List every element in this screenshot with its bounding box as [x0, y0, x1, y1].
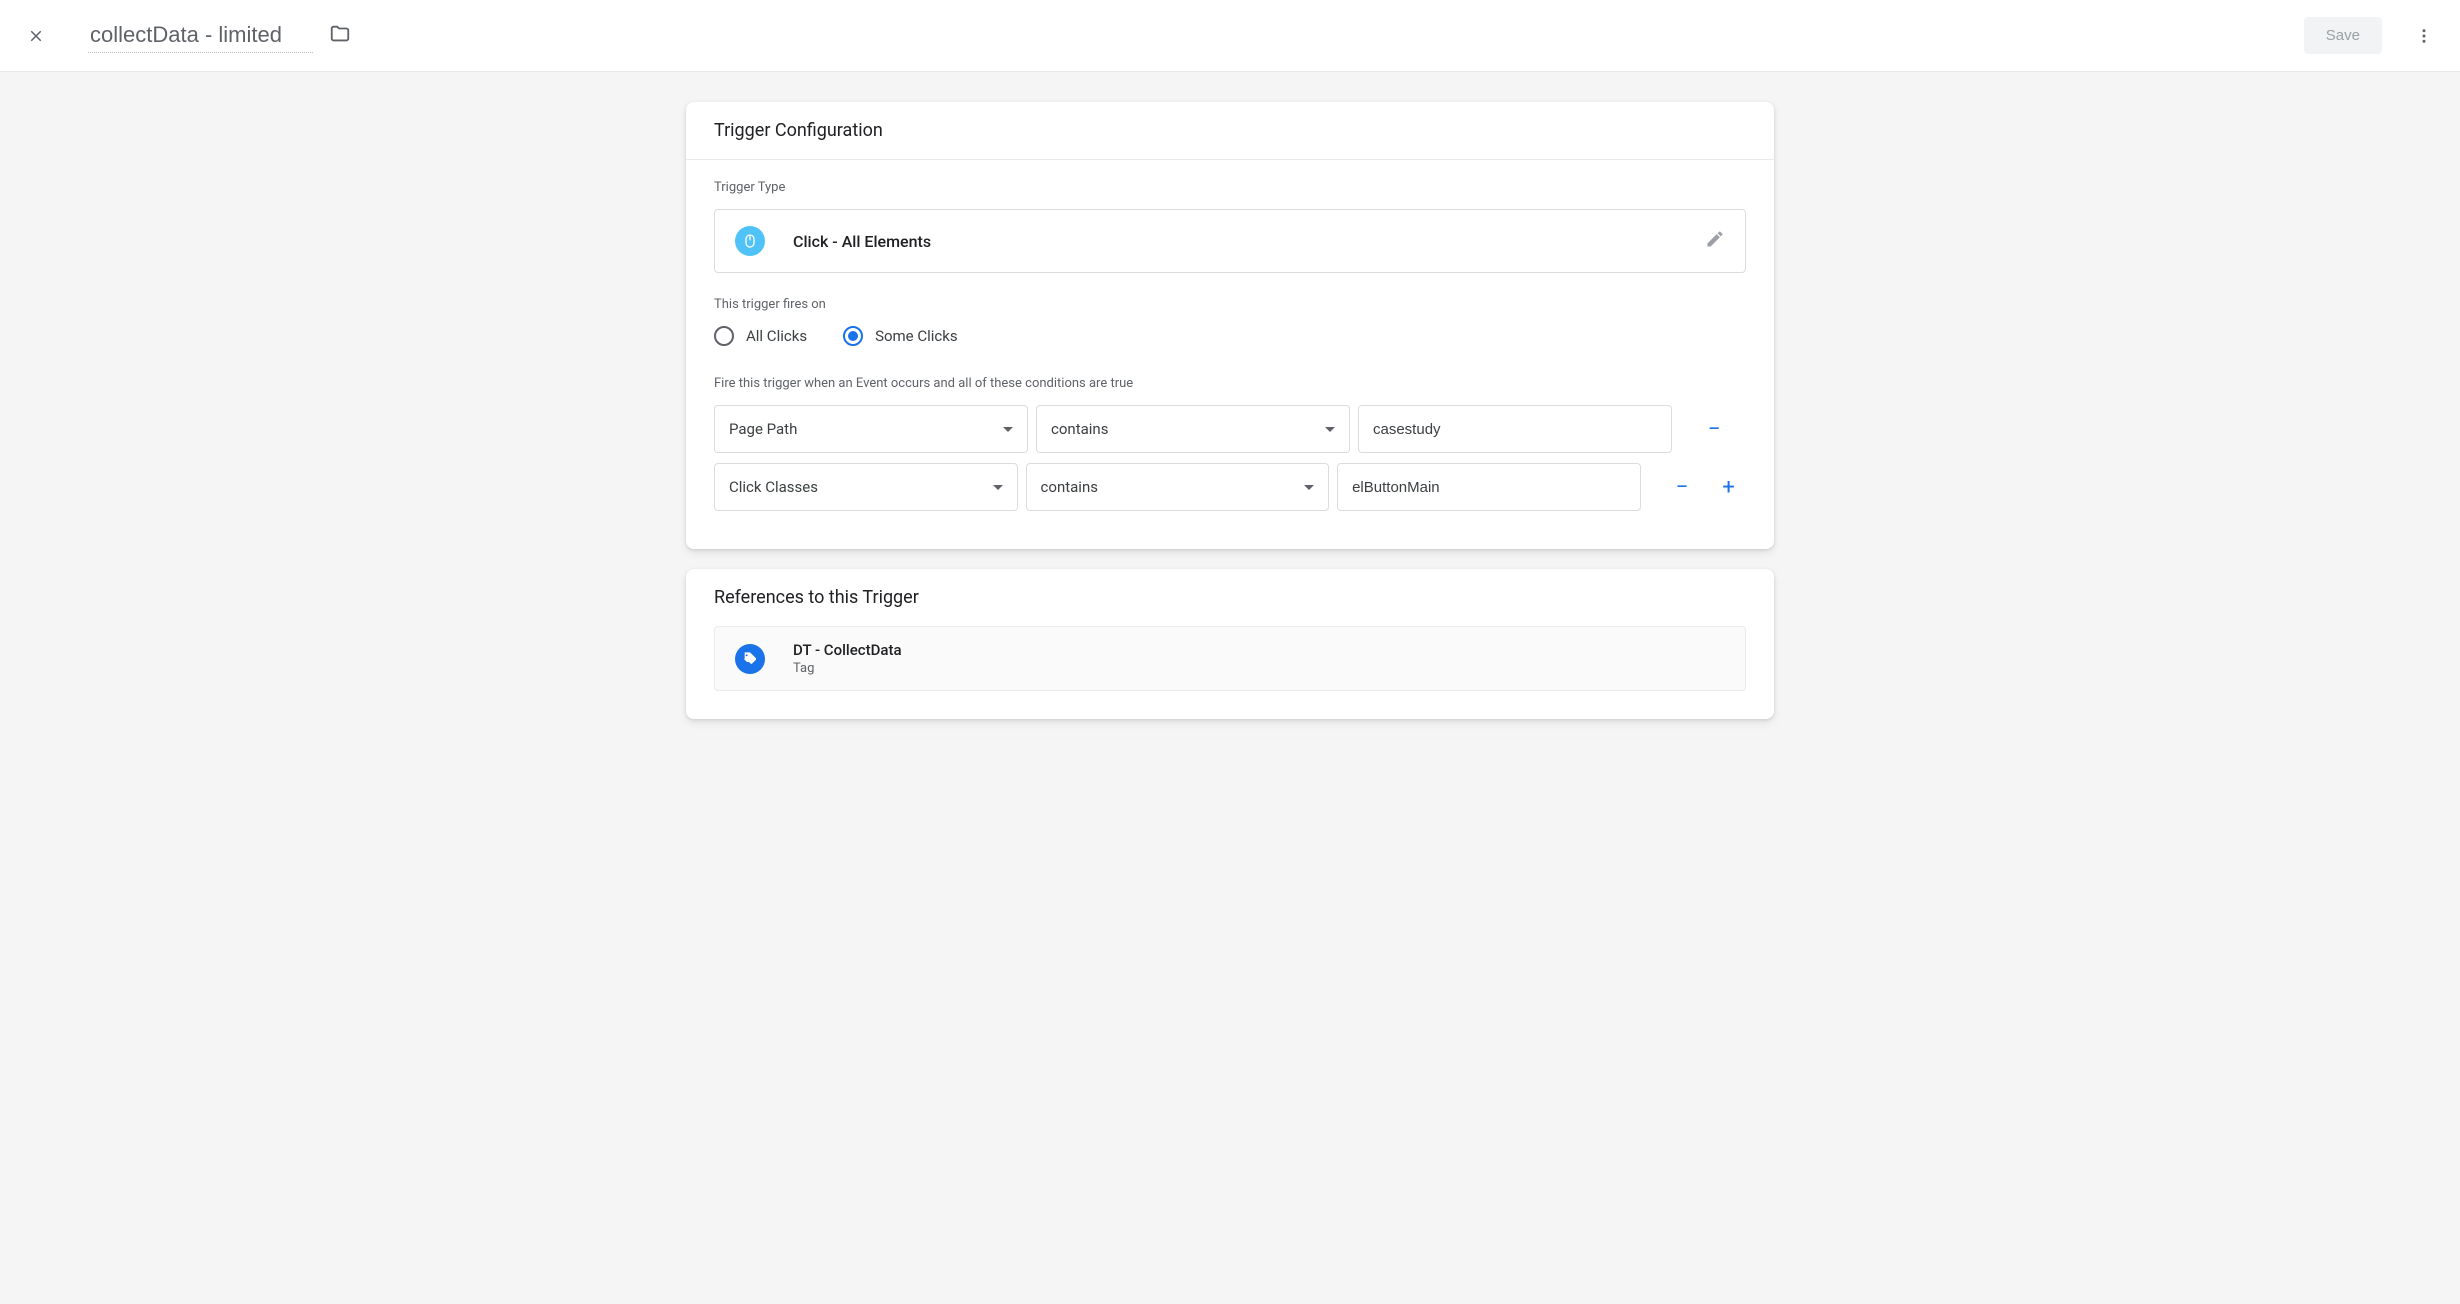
conditions-label: Fire this trigger when an Event occurs a…	[714, 376, 1746, 391]
trigger-type-value: Click - All Elements	[793, 232, 1705, 251]
condition-row: Click Classes contains − +	[714, 463, 1746, 511]
fires-on-label: This trigger fires on	[714, 297, 1746, 312]
close-icon[interactable]	[24, 24, 48, 48]
remove-condition-button[interactable]: −	[1696, 411, 1732, 447]
trigger-name-input[interactable]	[88, 18, 313, 53]
select-value: contains	[1051, 420, 1108, 438]
page-header: Save	[0, 0, 2460, 72]
card-title: Trigger Configuration	[686, 102, 1774, 160]
radio-some-clicks[interactable]: Some Clicks	[843, 326, 958, 346]
more-menu-icon[interactable]	[2412, 24, 2436, 48]
chevron-down-icon	[1325, 427, 1335, 432]
select-value: contains	[1041, 478, 1098, 496]
references-card: References to this Trigger DT - CollectD…	[686, 569, 1774, 719]
radio-unchecked-icon	[714, 326, 734, 346]
folder-icon[interactable]	[329, 23, 351, 49]
trigger-type-label: Trigger Type	[714, 180, 1746, 195]
condition-operator-select[interactable]: contains	[1036, 405, 1350, 453]
chevron-down-icon	[993, 485, 1003, 490]
radio-checked-icon	[843, 326, 863, 346]
card-title: References to this Trigger	[686, 569, 1774, 626]
chevron-down-icon	[1003, 427, 1013, 432]
reference-title: DT - CollectData	[793, 641, 902, 659]
trigger-type-selector[interactable]: Click - All Elements	[714, 209, 1746, 273]
remove-condition-button[interactable]: −	[1665, 469, 1700, 505]
radio-label: All Clicks	[746, 327, 807, 345]
reference-subtitle: Tag	[793, 661, 902, 676]
save-button[interactable]: Save	[2304, 17, 2382, 54]
radio-all-clicks[interactable]: All Clicks	[714, 326, 807, 346]
trigger-config-card: Trigger Configuration Trigger Type Click…	[686, 102, 1774, 549]
condition-variable-select[interactable]: Page Path	[714, 405, 1028, 453]
condition-row: Page Path contains −	[714, 405, 1746, 453]
reference-item[interactable]: DT - CollectData Tag	[714, 626, 1746, 691]
chevron-down-icon	[1304, 485, 1314, 490]
radio-label: Some Clicks	[875, 327, 958, 345]
condition-variable-select[interactable]: Click Classes	[714, 463, 1018, 511]
condition-value-input[interactable]	[1358, 405, 1672, 453]
condition-operator-select[interactable]: contains	[1026, 463, 1330, 511]
edit-icon[interactable]	[1705, 229, 1725, 253]
tag-icon	[735, 644, 765, 674]
add-condition-button[interactable]: +	[1711, 469, 1746, 505]
click-icon	[735, 226, 765, 256]
select-value: Page Path	[729, 420, 797, 438]
condition-value-input[interactable]	[1337, 463, 1641, 511]
select-value: Click Classes	[729, 478, 818, 496]
